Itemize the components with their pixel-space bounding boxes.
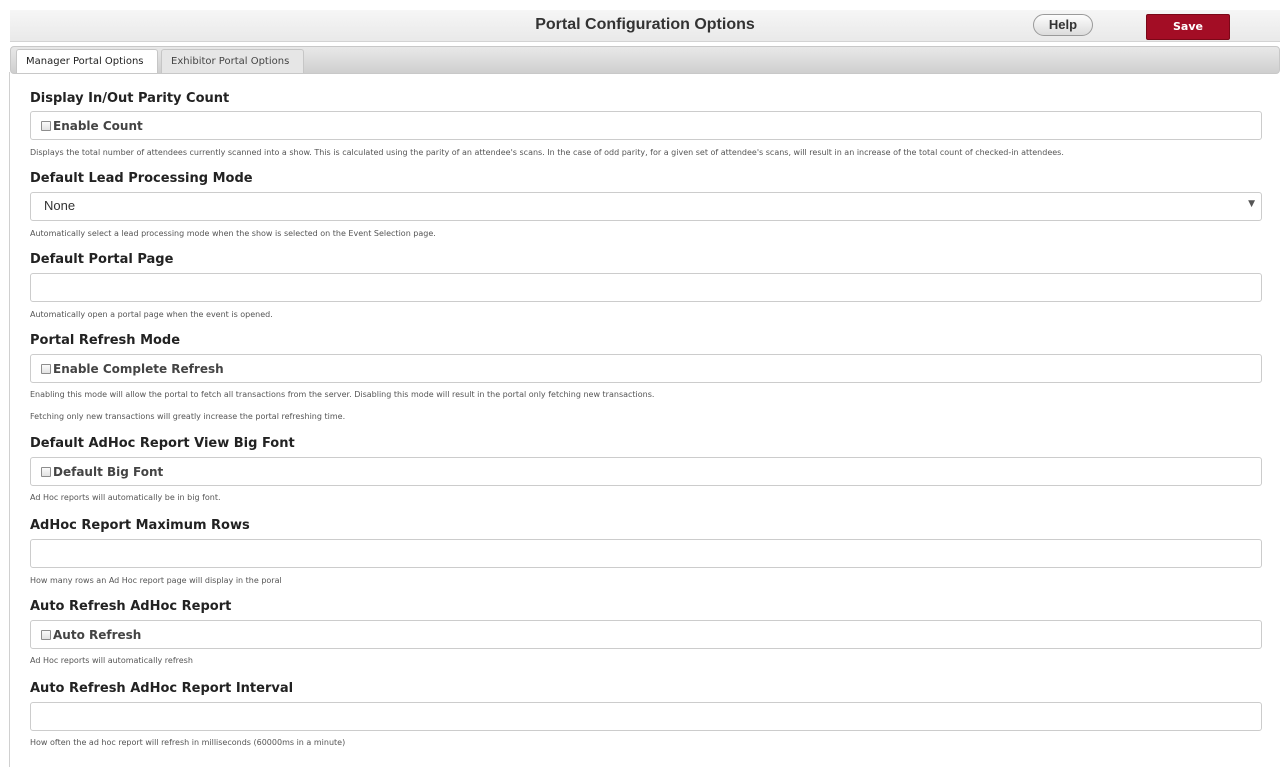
section-description-secondary: Fetching only new transactions will grea…	[30, 412, 346, 421]
section-description: How often the ad hoc report will refresh…	[30, 738, 346, 747]
default-big-font-checkbox-row[interactable]: Default Big Font	[31, 458, 1261, 485]
section-description: Enabling this mode will allow the portal…	[30, 390, 655, 399]
section-lead-processing-mode: Default Lead Processing Mode None ▼ Auto…	[30, 170, 1262, 238]
default-big-font-label[interactable]: Default Big Font	[53, 465, 163, 479]
auto-refresh-label[interactable]: Auto Refresh	[53, 628, 141, 642]
auto-refresh-checkbox-row[interactable]: Auto Refresh	[31, 621, 1261, 648]
page-header: Portal Configuration Options Help Save	[10, 10, 1280, 42]
tab-exhibitor-portal-options[interactable]: Exhibitor Portal Options	[161, 49, 304, 73]
section-auto-refresh: Auto Refresh AdHoc Report Auto Refresh A…	[30, 598, 1262, 665]
section-description: How many rows an Ad Hoc report page will…	[30, 576, 282, 585]
default-big-font-field: Default Big Font	[30, 457, 1262, 486]
auto-refresh-checkbox[interactable]	[41, 629, 51, 640]
default-portal-page-input[interactable]	[30, 273, 1262, 302]
section-title: Default Lead Processing Mode	[30, 171, 253, 186]
enable-complete-refresh-checkbox[interactable]	[41, 363, 51, 374]
section-description: Automatically open a portal page when th…	[30, 310, 273, 319]
save-button[interactable]: Save	[1146, 14, 1230, 40]
section-description: Ad Hoc reports will automatically refres…	[30, 656, 193, 665]
section-title: Auto Refresh AdHoc Report Interval	[30, 681, 294, 696]
dropdown-arrow-icon: ▼	[1248, 199, 1255, 209]
section-title: Display In/Out Parity Count	[30, 91, 230, 106]
auto-refresh-field: Auto Refresh	[30, 620, 1262, 649]
section-title: Auto Refresh AdHoc Report	[30, 599, 232, 614]
section-description: Displays the total number of attendees c…	[30, 148, 1064, 157]
help-button[interactable]: Help	[1033, 14, 1093, 36]
section-description: Automatically select a lead processing m…	[30, 229, 436, 238]
lead-processing-mode-value: None	[44, 198, 76, 213]
section-title: Default Portal Page	[30, 252, 174, 267]
section-title: AdHoc Report Maximum Rows	[30, 518, 250, 533]
section-default-portal-page: Default Portal Page Automatically open a…	[30, 251, 1262, 319]
max-rows-input[interactable]	[30, 539, 1262, 568]
enable-complete-refresh-label[interactable]: Enable Complete Refresh	[53, 362, 224, 376]
section-parity-count: Display In/Out Parity Count Enable Count…	[30, 90, 1262, 157]
enable-count-checkbox[interactable]	[41, 120, 51, 131]
enable-complete-refresh-field: Enable Complete Refresh	[30, 354, 1262, 383]
enable-complete-refresh-checkbox-row[interactable]: Enable Complete Refresh	[31, 355, 1261, 382]
section-portal-refresh-mode: Portal Refresh Mode Enable Complete Refr…	[30, 332, 1262, 421]
tab-manager-portal-options[interactable]: Manager Portal Options	[16, 49, 158, 73]
section-auto-refresh-interval: Auto Refresh AdHoc Report Interval How o…	[30, 680, 1262, 747]
tab-bar: Manager Portal Options Exhibitor Portal …	[10, 46, 1280, 74]
content-left-border	[9, 72, 10, 767]
section-big-font: Default AdHoc Report View Big Font Defau…	[30, 435, 1262, 502]
section-description: Ad Hoc reports will automatically be in …	[30, 493, 221, 502]
default-big-font-checkbox[interactable]	[41, 466, 51, 477]
auto-refresh-interval-input[interactable]	[30, 702, 1262, 731]
section-title: Default AdHoc Report View Big Font	[30, 436, 295, 451]
lead-processing-mode-select[interactable]: None ▼	[30, 192, 1262, 221]
enable-count-checkbox-row[interactable]: Enable Count	[31, 112, 1261, 139]
enable-count-label[interactable]: Enable Count	[53, 119, 143, 133]
section-max-rows: AdHoc Report Maximum Rows How many rows …	[30, 517, 1262, 585]
section-title: Portal Refresh Mode	[30, 333, 181, 348]
enable-count-field: Enable Count	[30, 111, 1262, 140]
